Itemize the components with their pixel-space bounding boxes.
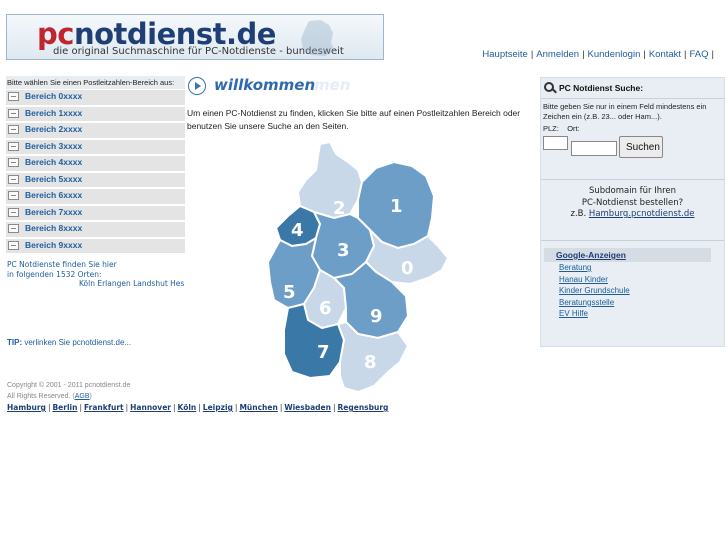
folder-icon — [8, 158, 19, 167]
map-label-3: 3 — [337, 240, 350, 261]
city-link-berlin[interactable]: Berlin — [52, 403, 77, 412]
tip-text: verlinken Sie pcnotdienst.de... — [22, 338, 132, 347]
bereich-item-8[interactable]: Bereich 8xxxx — [6, 222, 185, 238]
map-label-7: 7 — [317, 342, 330, 363]
search-button[interactable]: Suchen — [619, 136, 663, 158]
folder-icon — [8, 174, 19, 184]
rights-text: All Rights Reserved. ( — [7, 393, 75, 400]
bereich-item-4[interactable]: Bereich 4xxxx — [6, 156, 185, 172]
folder-icon — [8, 224, 19, 233]
subdomain-line-2: PC-Notdienst bestellen? — [581, 197, 684, 208]
menu-hint: Bitte wählen Sie einen Postleitzahlen-Be… — [6, 76, 185, 89]
search-panel: PC Notdienst Suche: Bitte geben Sie nur … — [540, 77, 725, 347]
search-title: PC Notdienst Suche: — [559, 83, 644, 93]
germany-plz-map: 1 2 4 3 0 5 6 9 7 8 — [266, 140, 450, 394]
subdomain-example-link[interactable]: Hamburg.pcnotdienst.de — [589, 209, 695, 219]
ad-link-beratung[interactable]: Beratung — [559, 262, 711, 274]
city-link-frankfurt[interactable]: Frankfurt — [84, 403, 124, 412]
bereich-item-1[interactable]: Bereich 1xxxx — [6, 106, 185, 122]
city-link-leipzig[interactable]: Leipzig — [203, 403, 233, 412]
bereich-item-5[interactable]: Bereich 5xxxx — [6, 172, 185, 188]
orte-line-1: PC Notdienste finden Sie hier — [7, 260, 117, 269]
map-label-1: 1 — [390, 196, 403, 217]
site-logo[interactable]: pcnotdienst.de die original Suchmaschine… — [6, 14, 384, 60]
ort-input[interactable] — [571, 141, 617, 156]
city-link-wiesbaden[interactable]: Wiesbaden — [284, 403, 331, 412]
copyright-text: Copyright © 2001 - 2011 pcnotdienst.de — [7, 382, 131, 389]
subdomain-line-1: Subdomain für Ihren — [588, 186, 677, 196]
folder-icon — [8, 92, 19, 101]
arrow-right-icon — [188, 77, 206, 95]
map-label-9: 9 — [370, 306, 383, 327]
ads-header[interactable]: Google-Anzeigen — [544, 248, 711, 262]
map-label-0: 0 — [401, 258, 414, 279]
city-links: Hamburg | Berlin | Frankfurt | Hannover | Köln | L… — [7, 403, 389, 412]
nav-hauptseite[interactable]: Hauptseite — [482, 49, 527, 60]
top-navigation: Hauptseite | Anmelden | Kundenlogin | Kontakt |… — [482, 49, 714, 60]
map-label-5: 5 — [283, 282, 296, 303]
divider — [541, 179, 724, 180]
nav-kontakt[interactable]: Kontakt — [649, 49, 681, 60]
google-ads: Google-Anzeigen Beratung Hanau Kinder Ki… — [544, 248, 711, 320]
welcome-title: willkommen — [214, 76, 316, 94]
map-region-2[interactable] — [296, 140, 364, 220]
folder-icon — [8, 240, 19, 250]
germany-watermark-icon — [301, 20, 335, 56]
search-description: Bitte geben Sie nur in einem Feld mindes… — [543, 102, 707, 121]
search-icon — [544, 82, 554, 92]
ad-link-ev-hilfe[interactable]: EV Hilfe — [559, 308, 711, 320]
tip-link[interactable]: TIP: verlinken Sie pcnotdienst.de... — [7, 338, 131, 347]
bereich-item-0[interactable]: Bereich 0xxxx — [6, 90, 185, 106]
postleitzahl-menu: Bitte wählen Sie einen Postleitzahlen-Be… — [6, 76, 185, 254]
agb-link[interactable]: AGB — [75, 393, 90, 400]
bereich-item-3[interactable]: Bereich 3xxxx — [6, 139, 185, 155]
bereich-item-2[interactable]: Bereich 2xxxx — [6, 123, 185, 139]
search-labels: PLZ: Ort: — [543, 124, 580, 133]
city-link-muenchen[interactable]: München — [239, 403, 277, 412]
nav-kundenlogin[interactable]: Kundenlogin — [588, 49, 641, 60]
plz-input[interactable] — [543, 136, 568, 150]
bereich-item-9[interactable]: Bereich 9xxxx — [6, 238, 185, 254]
map-label-4: 4 — [291, 220, 304, 241]
ad-link-beratungsstelle[interactable]: Beratungsstelle — [559, 297, 711, 309]
city-link-hamburg[interactable]: Hamburg — [7, 403, 46, 412]
orte-info: PC Notdienste finden Sie hier in folgend… — [7, 260, 184, 289]
folder-icon — [8, 125, 19, 134]
orte-ticker[interactable]: Köln Erlangen Landshut Hes — [79, 279, 184, 289]
nav-anmelden[interactable]: Anmelden — [536, 49, 579, 60]
ad-link-kinder-grundschule[interactable]: Kinder Grundschule — [559, 285, 711, 297]
divider — [541, 240, 724, 241]
orte-line-2: in folgenden 1532 Orten: — [7, 269, 102, 279]
ort-label: Ort: — [567, 124, 580, 133]
city-link-koeln[interactable]: Köln — [178, 403, 197, 412]
intro-text: Um einen PC-Notdienst zu finden, klicken… — [187, 108, 521, 131]
welcome-ghost-text: men — [314, 76, 351, 94]
folder-icon — [8, 108, 19, 118]
map-label-2: 2 — [333, 198, 346, 219]
map-label-6: 6 — [319, 298, 332, 319]
bereich-item-7[interactable]: Bereich 7xxxx — [6, 205, 185, 221]
copyright-block: Copyright © 2001 - 2011 pcnotdienst.de A… — [7, 382, 131, 400]
subdomain-promo: Subdomain für Ihren PC-Notdienst bestell… — [541, 186, 724, 221]
city-link-hannover[interactable]: Hannover — [130, 403, 171, 412]
tip-label: TIP: — [7, 338, 23, 347]
search-panel-header: PC Notdienst Suche: — [541, 78, 724, 99]
folder-icon — [8, 141, 19, 151]
ad-link-hanau-kinder[interactable]: Hanau Kinder — [559, 274, 711, 286]
bereich-item-6[interactable]: Bereich 6xxxx — [6, 189, 185, 205]
folder-icon — [8, 207, 19, 217]
city-link-regensburg[interactable]: Regensburg — [338, 403, 389, 412]
folder-icon — [8, 191, 19, 200]
welcome-header: willkommen men — [186, 76, 538, 98]
plz-label: PLZ: — [543, 124, 559, 133]
map-label-8: 8 — [364, 352, 377, 373]
nav-faq[interactable]: FAQ — [690, 49, 709, 60]
